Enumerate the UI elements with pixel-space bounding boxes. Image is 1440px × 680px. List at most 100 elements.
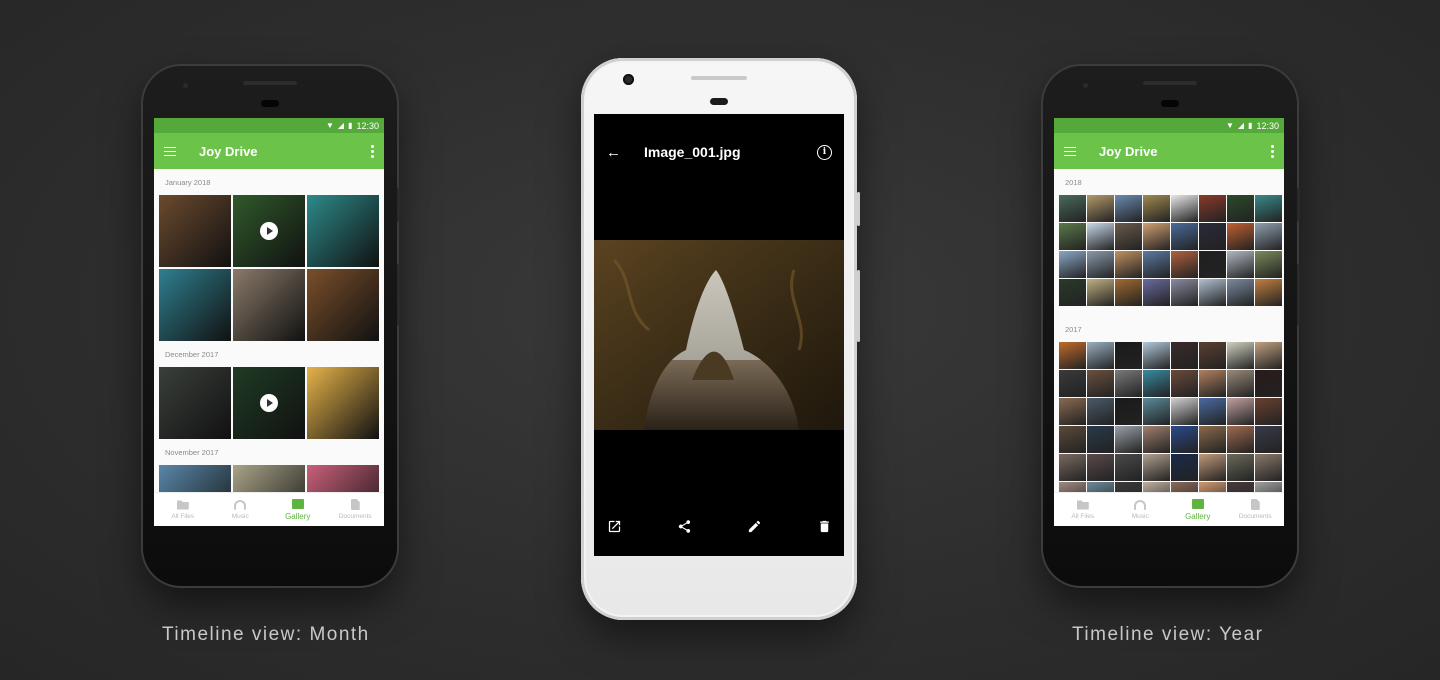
photo-thumbnail[interactable] bbox=[307, 195, 379, 267]
photo-thumbnail[interactable] bbox=[1115, 251, 1142, 278]
nav-item-documents[interactable]: Documents bbox=[1227, 493, 1285, 526]
nav-item-gallery[interactable]: Gallery bbox=[1169, 493, 1227, 526]
photo-thumbnail[interactable] bbox=[1087, 482, 1114, 492]
photo-thumbnail[interactable] bbox=[1255, 223, 1282, 250]
hamburger-menu-icon[interactable] bbox=[1064, 146, 1076, 157]
nav-item-all-files[interactable]: All Files bbox=[154, 493, 212, 526]
photo-thumbnail[interactable] bbox=[1143, 398, 1170, 425]
photo-thumbnail[interactable] bbox=[1255, 454, 1282, 481]
photo-thumbnail[interactable] bbox=[1059, 342, 1086, 369]
photo-thumbnail[interactable] bbox=[1115, 398, 1142, 425]
photo-thumbnail[interactable] bbox=[1087, 370, 1114, 397]
photo-thumbnail[interactable] bbox=[1087, 398, 1114, 425]
overflow-menu-icon[interactable] bbox=[371, 144, 374, 158]
photo-thumbnail[interactable] bbox=[1255, 426, 1282, 453]
photo-thumbnail[interactable] bbox=[1115, 482, 1142, 492]
photo-thumbnail[interactable] bbox=[1199, 342, 1226, 369]
nav-item-music[interactable]: Music bbox=[1112, 493, 1170, 526]
photo-thumbnail[interactable] bbox=[233, 195, 305, 267]
photo-thumbnail[interactable] bbox=[1059, 482, 1086, 492]
photo-thumbnail[interactable] bbox=[1171, 454, 1198, 481]
photo-thumbnail[interactable] bbox=[1171, 279, 1198, 306]
photo-thumbnail[interactable] bbox=[1171, 195, 1198, 222]
photo-thumbnail[interactable] bbox=[1199, 370, 1226, 397]
open-external-icon[interactable] bbox=[606, 518, 622, 534]
photo-thumbnail[interactable] bbox=[1255, 482, 1282, 492]
photo-thumbnail[interactable] bbox=[1227, 482, 1254, 492]
photo-thumbnail[interactable] bbox=[1199, 426, 1226, 453]
share-icon[interactable] bbox=[676, 518, 692, 534]
photo-thumbnail[interactable] bbox=[307, 269, 379, 341]
photo-thumbnail[interactable] bbox=[1199, 398, 1226, 425]
photo-thumbnail[interactable] bbox=[1115, 342, 1142, 369]
photo-thumbnail[interactable] bbox=[1143, 279, 1170, 306]
photo-thumbnail[interactable] bbox=[1143, 223, 1170, 250]
nav-item-music[interactable]: Music bbox=[212, 493, 270, 526]
photo-thumbnail[interactable] bbox=[1171, 398, 1198, 425]
photo-thumbnail[interactable] bbox=[1171, 223, 1198, 250]
photo-thumbnail[interactable] bbox=[1059, 370, 1086, 397]
photo-thumbnail[interactable] bbox=[1087, 342, 1114, 369]
photo-thumbnail[interactable] bbox=[1143, 426, 1170, 453]
photo-thumbnail[interactable] bbox=[1199, 223, 1226, 250]
photo-thumbnail[interactable] bbox=[1227, 398, 1254, 425]
photo-thumbnail[interactable] bbox=[1143, 482, 1170, 492]
hamburger-menu-icon[interactable] bbox=[164, 146, 176, 157]
photo-thumbnail[interactable] bbox=[159, 465, 231, 492]
photo-thumbnail[interactable] bbox=[307, 367, 379, 439]
photo-thumbnail[interactable] bbox=[1087, 279, 1114, 306]
photo-thumbnail[interactable] bbox=[1087, 223, 1114, 250]
nav-item-gallery[interactable]: Gallery bbox=[269, 493, 327, 526]
photo-thumbnail[interactable] bbox=[233, 367, 305, 439]
photo-thumbnail[interactable] bbox=[1171, 370, 1198, 397]
photo-thumbnail[interactable] bbox=[1059, 398, 1086, 425]
photo-thumbnail[interactable] bbox=[1199, 279, 1226, 306]
photo-thumbnail[interactable] bbox=[1227, 454, 1254, 481]
photo-thumbnail[interactable] bbox=[159, 195, 231, 267]
photo-thumbnail[interactable] bbox=[1171, 426, 1198, 453]
photo-thumbnail[interactable] bbox=[1227, 279, 1254, 306]
photo-thumbnail[interactable] bbox=[1171, 342, 1198, 369]
photo-thumbnail[interactable] bbox=[1199, 482, 1226, 492]
photo-thumbnail[interactable] bbox=[1227, 426, 1254, 453]
photo-thumbnail[interactable] bbox=[1199, 195, 1226, 222]
photo-thumbnail[interactable] bbox=[233, 465, 305, 492]
photo-thumbnail[interactable] bbox=[1115, 370, 1142, 397]
photo-thumbnail[interactable] bbox=[1115, 454, 1142, 481]
photo-thumbnail[interactable] bbox=[1087, 251, 1114, 278]
photo-thumbnail[interactable] bbox=[1199, 251, 1226, 278]
photo-thumbnail[interactable] bbox=[1143, 342, 1170, 369]
photo-thumbnail[interactable] bbox=[1227, 223, 1254, 250]
photo-thumbnail[interactable] bbox=[1143, 454, 1170, 481]
photo-thumbnail[interactable] bbox=[1115, 223, 1142, 250]
photo-thumbnail[interactable] bbox=[1115, 426, 1142, 453]
photo-thumbnail[interactable] bbox=[1087, 195, 1114, 222]
photo-thumbnail[interactable] bbox=[307, 465, 379, 492]
photo-thumbnail[interactable] bbox=[1255, 195, 1282, 222]
photo-thumbnail[interactable] bbox=[233, 269, 305, 341]
photo-thumbnail[interactable] bbox=[1059, 195, 1086, 222]
photo-thumbnail[interactable] bbox=[1171, 251, 1198, 278]
photo-thumbnail[interactable] bbox=[1227, 342, 1254, 369]
photo-thumbnail[interactable] bbox=[1255, 398, 1282, 425]
photo-thumbnail[interactable] bbox=[1255, 370, 1282, 397]
photo-thumbnail[interactable] bbox=[1143, 251, 1170, 278]
photo-thumbnail[interactable] bbox=[1199, 454, 1226, 481]
edit-icon[interactable] bbox=[746, 518, 762, 534]
photo-thumbnail[interactable] bbox=[1059, 251, 1086, 278]
photo-thumbnail[interactable] bbox=[1059, 454, 1086, 481]
gallery-month-content[interactable]: January 2018 December 2017 November 2017 bbox=[154, 169, 384, 492]
photo-thumbnail[interactable] bbox=[1115, 279, 1142, 306]
back-arrow-icon[interactable]: ← bbox=[606, 144, 621, 161]
photo-thumbnail[interactable] bbox=[1087, 454, 1114, 481]
photo-thumbnail[interactable] bbox=[1087, 426, 1114, 453]
photo-thumbnail[interactable] bbox=[1227, 251, 1254, 278]
photo-thumbnail[interactable] bbox=[1227, 195, 1254, 222]
overflow-menu-icon[interactable] bbox=[1271, 144, 1274, 158]
photo-thumbnail[interactable] bbox=[1143, 370, 1170, 397]
nav-item-all-files[interactable]: All Files bbox=[1054, 493, 1112, 526]
photo-rock-arch[interactable] bbox=[594, 240, 844, 430]
info-icon[interactable]: i bbox=[817, 144, 832, 160]
photo-thumbnail[interactable] bbox=[1059, 279, 1086, 306]
photo-thumbnail[interactable] bbox=[1059, 223, 1086, 250]
